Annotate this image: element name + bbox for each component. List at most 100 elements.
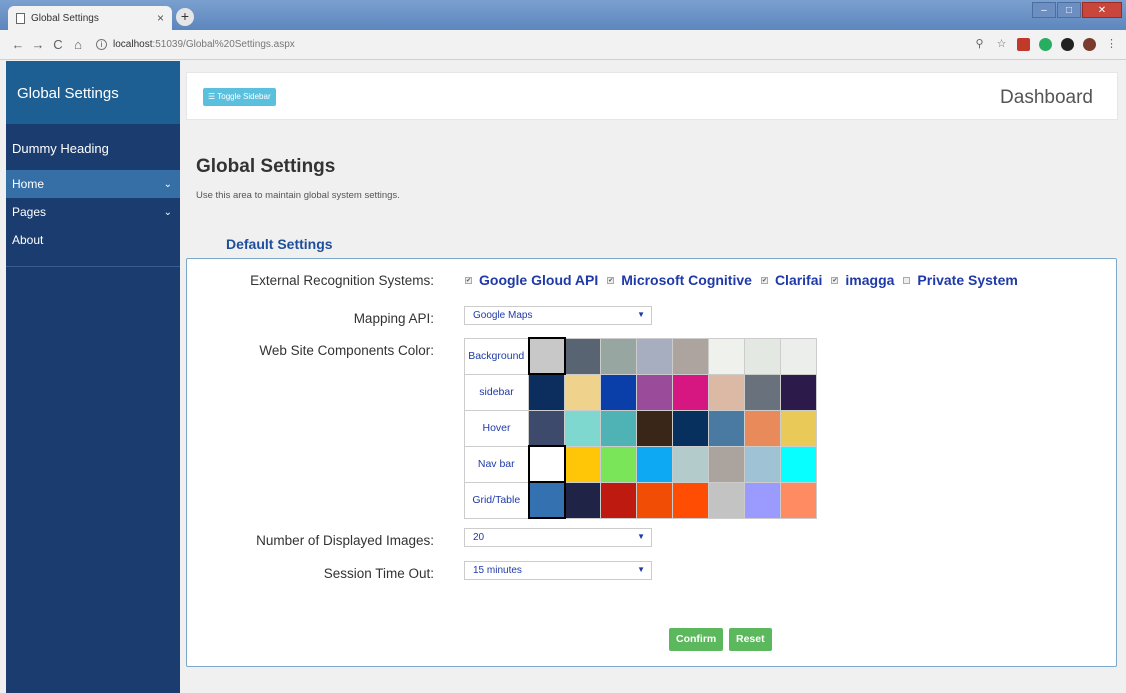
color-swatch[interactable] <box>636 481 673 519</box>
mapping-api-select[interactable]: Google Maps ▼ <box>464 306 652 325</box>
tab-close-icon[interactable]: × <box>157 11 164 25</box>
caret-down-icon: ▼ <box>637 532 645 541</box>
window-close-button[interactable]: ✕ <box>1082 2 1122 18</box>
color-swatch[interactable] <box>636 409 673 447</box>
color-swatch[interactable] <box>528 373 565 411</box>
color-swatch[interactable] <box>708 445 745 483</box>
session-timeout-select[interactable]: 15 minutes ▼ <box>464 561 652 580</box>
toggle-sidebar-label: Toggle Sidebar <box>217 92 271 101</box>
zoom-icon[interactable]: ⚲ <box>973 38 986 51</box>
color-row-label: Hover <box>464 409 529 447</box>
reload-icon[interactable]: C <box>48 37 68 52</box>
checkbox-microsoft[interactable]: ✔ <box>607 276 615 284</box>
window-controls: – □ ✕ <box>1031 2 1122 18</box>
checkbox-imagga[interactable]: ✔ <box>831 276 839 284</box>
color-swatch[interactable] <box>600 409 637 447</box>
recognition-options: ✔ Google Gloud API ✔ Microsoft Cognitive… <box>465 272 1027 288</box>
color-swatch[interactable] <box>600 481 637 519</box>
reset-button[interactable]: Reset <box>729 628 772 651</box>
checkbox-label: Google Gloud API <box>479 272 599 288</box>
color-swatch[interactable] <box>527 481 566 519</box>
color-swatch[interactable] <box>780 445 817 483</box>
url-field[interactable]: i localhost:51039/Global%20Settings.aspx <box>96 39 295 50</box>
color-swatch[interactable] <box>780 373 817 411</box>
minimize-button[interactable]: – <box>1032 2 1056 18</box>
color-swatch[interactable] <box>527 445 566 483</box>
color-swatch[interactable] <box>672 337 709 375</box>
color-swatch[interactable] <box>672 445 709 483</box>
back-icon[interactable]: ← <box>8 37 28 52</box>
color-swatch[interactable] <box>780 481 817 519</box>
sidebar-item-about[interactable]: About <box>6 226 180 254</box>
home-icon[interactable]: ⌂ <box>68 37 88 52</box>
color-swatch[interactable] <box>744 409 781 447</box>
color-row: Background <box>464 337 817 375</box>
star-icon[interactable]: ☆ <box>995 38 1008 51</box>
color-swatch[interactable] <box>708 373 745 411</box>
color-swatch[interactable] <box>708 409 745 447</box>
color-swatch[interactable] <box>672 409 709 447</box>
extension-dark-icon[interactable] <box>1061 38 1074 51</box>
color-swatch[interactable] <box>564 445 601 483</box>
checkbox-private[interactable] <box>903 276 911 284</box>
color-swatch[interactable] <box>744 445 781 483</box>
info-icon[interactable]: i <box>96 39 107 50</box>
sidebar-divider <box>6 266 180 267</box>
checkbox-label: imagga <box>845 272 895 288</box>
color-swatch[interactable] <box>708 481 745 519</box>
dashboard-title: Dashboard <box>1000 87 1093 108</box>
color-swatch[interactable] <box>600 373 637 411</box>
sidebar-item-label: Home <box>12 177 45 191</box>
profile-avatar[interactable] <box>1083 38 1096 51</box>
caret-down-icon: ▼ <box>637 310 645 319</box>
color-swatch[interactable] <box>564 481 601 519</box>
color-swatch[interactable] <box>636 373 673 411</box>
color-swatch[interactable] <box>564 373 601 411</box>
maximize-button[interactable]: □ <box>1057 2 1081 18</box>
select-value: Google Maps <box>473 310 533 321</box>
color-swatch[interactable] <box>672 481 709 519</box>
color-swatch[interactable] <box>564 337 601 375</box>
extension-green-icon[interactable] <box>1039 38 1052 51</box>
page-icon <box>16 12 25 24</box>
url-host: localhost <box>113 39 153 50</box>
color-swatch[interactable] <box>780 337 817 375</box>
images-count-select[interactable]: 20 ▼ <box>464 528 652 547</box>
color-swatch[interactable] <box>744 481 781 519</box>
color-swatch[interactable] <box>780 409 817 447</box>
toggle-sidebar-button[interactable]: ☰ Toggle Sidebar <box>203 88 276 106</box>
color-swatch[interactable] <box>527 337 566 375</box>
checkbox-clarifai[interactable]: ✔ <box>760 276 768 284</box>
checkbox-google[interactable]: ✔ <box>465 276 472 284</box>
tab-title: Global Settings <box>31 12 99 24</box>
select-value: 15 minutes <box>473 565 522 576</box>
confirm-button[interactable]: Confirm <box>669 628 724 651</box>
color-row: Nav bar <box>464 445 817 483</box>
color-swatch[interactable] <box>600 337 637 375</box>
sidebar-item-home[interactable]: Home ⌄ <box>6 170 180 198</box>
color-swatch[interactable] <box>600 445 637 483</box>
color-grid: Background sidebar Hover Nav bar Grid/Table <box>464 337 817 519</box>
forward-icon[interactable]: → <box>28 37 48 52</box>
color-swatch[interactable] <box>672 373 709 411</box>
sidebar-item-pages[interactable]: Pages ⌄ <box>6 198 180 226</box>
menu-icon[interactable]: ⋮ <box>1105 38 1118 51</box>
chevron-down-icon: ⌄ <box>163 206 172 218</box>
color-swatch[interactable] <box>528 409 565 447</box>
color-swatch[interactable] <box>564 409 601 447</box>
timeout-label: Session Time Out: <box>323 566 434 581</box>
color-swatch[interactable] <box>636 337 673 375</box>
page-subtitle: Use this area to maintain global system … <box>196 190 400 201</box>
color-swatch[interactable] <box>708 337 745 375</box>
browser-tab[interactable]: Global Settings × <box>8 6 172 30</box>
caret-down-icon: ▼ <box>637 565 645 574</box>
color-swatch[interactable] <box>636 445 673 483</box>
new-tab-button[interactable]: + <box>176 8 194 26</box>
browser-titlebar: Global Settings × + – □ ✕ <box>0 0 1126 30</box>
color-swatch[interactable] <box>744 337 781 375</box>
color-swatch[interactable] <box>744 373 781 411</box>
colors-label: Web Site Components Color: <box>259 343 434 358</box>
color-row: sidebar <box>464 373 817 411</box>
select-value: 20 <box>473 532 485 543</box>
extension-red-icon[interactable] <box>1017 38 1030 51</box>
